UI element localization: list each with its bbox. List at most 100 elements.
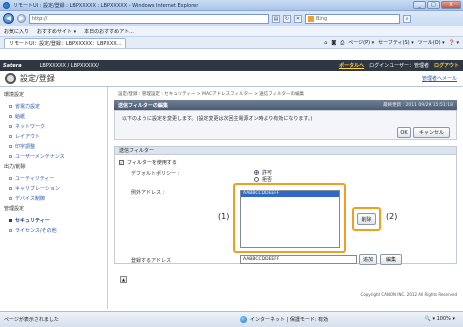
tab-remote-ui[interactable]: リモートUI：設定/登録：LBPXXXXX：LBPXXX... <box>4 37 127 48</box>
ie-logo-icon <box>3 1 10 9</box>
register-address-input[interactable]: AABBCCDDEEFF <box>240 255 357 264</box>
device-name: LBPXXXXX / LBPXXXXX/ <box>39 62 99 69</box>
sidebar-section-mgmt: 管理設定 <box>4 206 25 212</box>
minimize-button[interactable]: _ <box>413 1 426 9</box>
last-updated: 最終更新 : 2011 09/29 15:51:18 <box>383 103 453 108</box>
page-title: 設定/登録 <box>20 74 55 83</box>
sidebar-item-user-maint[interactable]: ユーザーメンテナンス <box>4 151 103 161</box>
security-zone: インターネット | 保護モード: 有効 <box>240 316 328 323</box>
cancel-button[interactable]: キャンセル <box>413 127 450 138</box>
url-field[interactable]: http:// <box>29 13 269 24</box>
page-header: 設定/登録 管理者へメール <box>0 71 463 87</box>
info-message: 以下のように設定を変更します。(設定変更は次回主電源オン時より有効になります。) <box>122 116 313 122</box>
sidebar-item-label: ユーティリティー <box>15 175 55 182</box>
sidebar-item-print-adjust[interactable]: 印字調整 <box>4 141 103 151</box>
close-button[interactable]: X <box>441 1 461 9</box>
callout-label-2: (2) <box>386 212 398 221</box>
sidebar-item-device-control[interactable]: デバイス制御 <box>4 193 103 203</box>
suggested-sites-button[interactable]: おすすめサイト ▾ <box>37 28 76 35</box>
sidebar-item-layout[interactable]: レイアウト <box>4 131 103 141</box>
sidebar-item-label: レイアウト <box>15 133 41 140</box>
safety-menu[interactable]: セーフティ(S) ▾ <box>378 39 414 46</box>
bullet-icon <box>9 134 12 138</box>
sidebar-item-paper[interactable]: 給紙 <box>4 111 103 121</box>
bullet-icon <box>9 124 12 128</box>
sidebar-item-label: 印字調整 <box>15 143 36 150</box>
sidebar-item-label: キャリブレーション <box>15 185 60 192</box>
back-button[interactable]: ◀ <box>3 13 14 24</box>
panel-title: 送信フィルターの編集 <box>118 102 168 109</box>
feeds-icon[interactable]: ◙ <box>331 40 336 46</box>
sidebar-item-label: 給紙 <box>15 113 26 120</box>
ok-button[interactable]: OK <box>397 127 411 138</box>
back-to-top-button[interactable]: ▲ <box>120 276 127 283</box>
sidebar-item-network[interactable]: ネットワーク <box>4 121 103 131</box>
bullet-icon <box>9 176 12 180</box>
deny-radio[interactable] <box>254 177 259 182</box>
sidebar-section-env: 環境設定 <box>4 92 25 98</box>
sidebar-section-io: 出力/削除 <box>4 164 26 170</box>
delete-button[interactable]: 削除 <box>357 213 376 225</box>
sidebar-item-label: ユーザーメンテナンス <box>15 153 65 160</box>
sidebar-item-label: ライセンス/その他 <box>15 227 57 234</box>
sidebar-item-label: デバイス制御 <box>15 195 45 202</box>
window-title-bar: リモートUI : 設定/登録 : LBPXXXXX : LBPXXXXX - W… <box>0 0 463 11</box>
callout-label-1: (1) <box>218 212 230 221</box>
compat-view-icon[interactable]: ▤ <box>272 14 280 23</box>
gear-icon <box>5 73 16 84</box>
permit-radio[interactable] <box>254 170 259 175</box>
permit-option: 許可 <box>254 169 272 176</box>
stop-icon[interactable]: ✕ <box>294 14 302 23</box>
todays-picks-button[interactable]: 本日のおすすめアト... <box>84 28 134 35</box>
exception-address-label: 例外アドレス : <box>131 190 165 196</box>
register-address-label: 登録するアドレス <box>131 258 172 264</box>
zone-text: インターネット | 保護モード: 有効 <box>250 317 329 323</box>
sidebar-item-calibration[interactable]: キャリブレーション <box>4 183 103 193</box>
use-filter-checkbox[interactable]: ✓ <box>119 160 124 165</box>
help-menu[interactable]: ❓ ▾ <box>449 40 459 46</box>
window-controls: _ □ X <box>413 1 461 9</box>
sidebar-item-security[interactable]: セキュリティー <box>4 215 103 225</box>
home-icon[interactable]: ⌂ <box>324 40 327 46</box>
forward-button[interactable]: ▶ <box>17 14 26 23</box>
sidebar-item-label: ネットワーク <box>15 123 46 130</box>
bing-icon <box>308 15 314 22</box>
tab-label: リモートUI：設定/登録：LBPXXXXX：LBPXXX... <box>9 40 122 47</box>
bullet-icon <box>9 186 12 190</box>
address-bar: ◀ ▶ http:// ▤ ↻ ✕ Bing ⌕ <box>0 11 463 26</box>
status-text: ページが表示されました <box>4 317 59 323</box>
refresh-icon[interactable]: ↻ <box>283 14 291 23</box>
list-item[interactable]: AABBCCDDEEFF <box>241 191 339 197</box>
zoom-control[interactable]: 🔍 ▾ 100% ▾ <box>425 316 455 322</box>
search-icon[interactable]: ⌕ <box>403 14 411 23</box>
filter-section-header: 送信フィルター <box>114 146 457 155</box>
breadcrumb: 設定/登録 : 管理設定 : セキュリティー > MACアドレスフィルター > … <box>118 92 305 97</box>
url-text: http:// <box>32 15 48 22</box>
page-menu[interactable]: ページ(P) ▾ <box>348 39 374 46</box>
edit-button[interactable]: 編集 <box>380 254 402 265</box>
admin-mail-link[interactable]: 管理者へメール <box>422 75 457 82</box>
use-filter-label: フィルターを使用する <box>127 160 177 166</box>
brand-logo: Satera <box>3 62 22 69</box>
sidebar-item-license[interactable]: ライセンス/その他 <box>4 225 103 235</box>
status-bar: ページが表示されました インターネット | 保護モード: 有効 🔍 ▾ 100%… <box>0 311 463 327</box>
deny-label: 拒否 <box>262 177 273 183</box>
bullet-icon <box>9 144 12 148</box>
bullet-icon <box>9 218 12 222</box>
globe-icon <box>240 316 247 323</box>
print-icon[interactable]: ⎙ <box>340 40 344 46</box>
exception-address-list[interactable] <box>240 190 340 248</box>
sidebar-item-power[interactable]: 省電力設定 <box>4 101 103 111</box>
search-input[interactable]: Bing <box>305 13 400 24</box>
logout-link[interactable]: ログアウト <box>434 62 459 69</box>
sidebar: 環境設定 省電力設定 給紙 ネットワーク レイアウト 印字調整 ユーザーメンテナ… <box>0 87 108 309</box>
portal-link[interactable]: ポータルへ <box>339 62 364 69</box>
add-button[interactable]: 追加 <box>359 254 377 265</box>
bullet-icon <box>9 104 12 108</box>
search-placeholder: Bing <box>316 15 328 22</box>
sidebar-item-utility[interactable]: ユーティリティー <box>4 173 103 183</box>
satera-header: Satera LBPXXXXX / LBPXXXXX/ ポータルへ ログインユー… <box>0 60 463 71</box>
maximize-button[interactable]: □ <box>427 1 440 9</box>
favorites-button[interactable]: お気に入り <box>4 28 29 35</box>
tools-menu[interactable]: ツール(O) ▾ <box>418 39 445 46</box>
